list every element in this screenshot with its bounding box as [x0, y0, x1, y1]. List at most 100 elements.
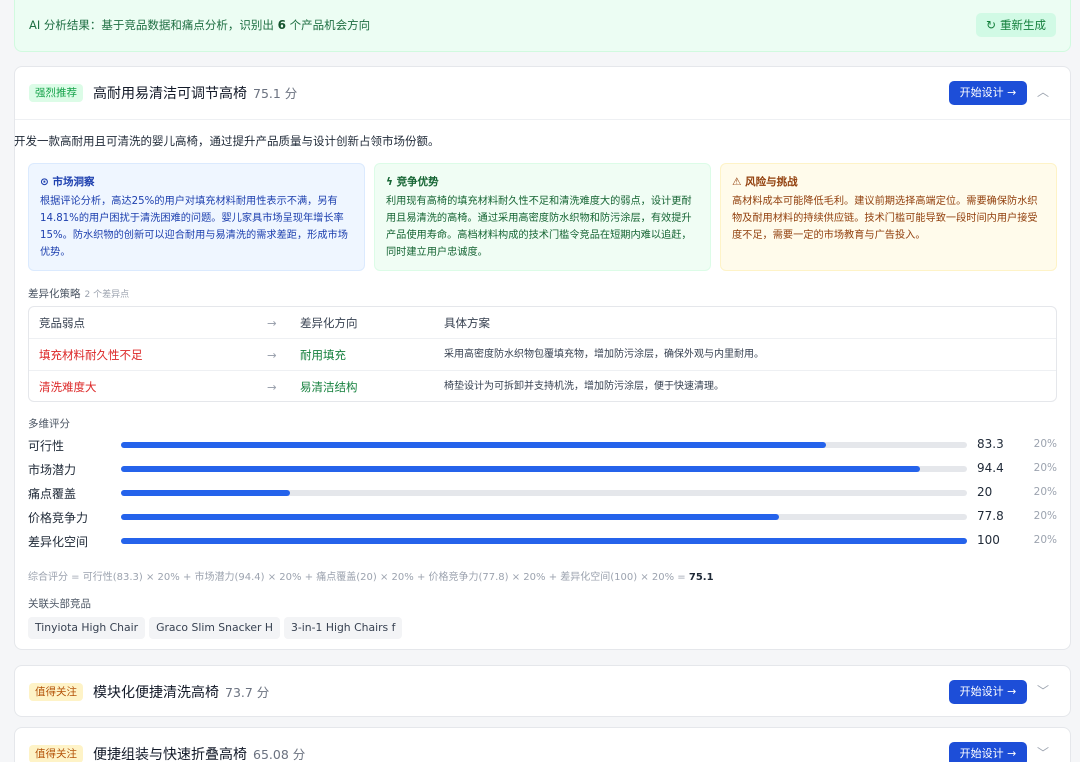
- header-weakness: 竞品弱点: [39, 316, 85, 330]
- competitive-advantage-title: ϟ 竞争优势: [386, 176, 439, 188]
- score-row: 差异化空间 100 20%: [28, 531, 1057, 551]
- banner-text-suffix: 个产品机会方向: [285, 18, 371, 32]
- plan-cell: 椅垫设计为可拆卸并支持机洗，增加防污涂层，便于快速清理。: [444, 381, 724, 392]
- score-row: 价格竞争力 77.8 20%: [28, 507, 1057, 527]
- start-design-button[interactable]: 开始设计 →: [949, 742, 1027, 762]
- score-track: [121, 466, 967, 472]
- competitor-chip[interactable]: 3-in-1 High Chairs f: [284, 617, 403, 639]
- score-name: 价格竞争力: [28, 511, 89, 525]
- opportunity-title-text: 便捷组装与快速折叠高椅: [93, 747, 247, 762]
- risk-title: ⚠ 风险与挑战: [732, 176, 798, 188]
- plan-cell: 采用高密度防水织物包覆填充物，增加防污涂层，确保外观与内里耐用。: [444, 349, 764, 360]
- market-insight-text: 根据评论分析，高达25%的用户对填充材料耐用性表示不满，另有14.81%的用户困…: [40, 196, 348, 258]
- chevron-down-icon[interactable]: ﹀: [1036, 746, 1050, 760]
- score-fill: [121, 514, 780, 520]
- start-design-button[interactable]: 开始设计 →: [949, 81, 1027, 105]
- opportunity-card-header[interactable]: 值得关注 便捷组装与快速折叠高椅 65.08 分 开始设计 → ﹀: [15, 728, 1070, 762]
- differentiation-table: 竞品弱点 → 差异化方向 具体方案 填充材料耐久性不足 → 耐用填充 采用高密度…: [28, 306, 1057, 402]
- table-row: 清洗难度大 → 易清洁结构 椅垫设计为可拆卸并支持机洗，增加防污涂层，便于快速清…: [29, 371, 1056, 401]
- direction-cell: 耐用填充: [300, 348, 346, 362]
- opportunity-title: 模块化便捷清洗高椅 73.7 分: [93, 682, 269, 702]
- opportunity-card-header[interactable]: 值得关注 模块化便捷清洗高椅 73.7 分 开始设计 → ﹀: [15, 666, 1070, 718]
- opportunity-title-text: 高耐用易清洁可调节高椅: [93, 86, 247, 102]
- refresh-icon: ↻: [985, 18, 996, 32]
- risk-panel: ⚠ 风险与挑战 高材料成本可能降低毛利。建议前期选择高端定位。需要确保防水织物及…: [720, 163, 1057, 271]
- strategy-label-text: 差异化策略: [28, 288, 81, 300]
- score-name: 可行性: [28, 439, 65, 453]
- arrow-cell: →: [267, 380, 277, 394]
- score-track: [121, 514, 967, 520]
- strategy-label: 差异化策略 2 个差异点: [28, 286, 129, 301]
- score-row: 市场潜力 94.4 20%: [28, 459, 1057, 479]
- competitors-label: 关联头部竞品: [28, 598, 91, 610]
- competitor-chip[interactable]: Graco Slim Snacker H: [149, 617, 281, 639]
- strategy-count: 2 个差异点: [84, 290, 130, 300]
- start-design-button[interactable]: 开始设计 →: [949, 680, 1027, 704]
- score-value: 100: [977, 533, 1000, 547]
- score-fill: [121, 442, 826, 448]
- scores-label: 多维评分: [28, 418, 70, 430]
- table-header-row: 竞品弱点 → 差异化方向 具体方案: [29, 307, 1056, 339]
- header-direction: 差异化方向: [300, 316, 358, 330]
- opportunity-card-2: 值得关注 模块化便捷清洗高椅 73.7 分 开始设计 → ﹀: [14, 665, 1071, 717]
- opportunity-title: 便捷组装与快速折叠高椅 65.08 分: [93, 744, 305, 762]
- score-fill: [121, 490, 291, 496]
- score-value: 20: [977, 485, 993, 499]
- score-weight: 20%: [1033, 438, 1057, 450]
- opportunity-title-text: 模块化便捷清洗高椅: [93, 685, 219, 701]
- watch-tag: 值得关注: [29, 683, 83, 701]
- market-insight-panel: ⊙ 市场洞察 根据评论分析，高达25%的用户对填充材料耐用性表示不满，另有14.…: [28, 163, 365, 271]
- opportunity-card-3: 值得关注 便捷组装与快速折叠高椅 65.08 分 开始设计 → ﹀: [14, 727, 1071, 762]
- competitor-chips: Tinyiota High Chair Graco Slim Snacker H3…: [28, 617, 406, 639]
- opportunity-score: 65.08 分: [253, 747, 306, 762]
- risk-text: 高材料成本可能降低毛利。建议前期选择高端定位。需要确保防水织物及耐用材料的持续供…: [732, 196, 1038, 241]
- score-fill: [121, 466, 920, 472]
- chevron-up-icon[interactable]: ︿: [1036, 85, 1050, 99]
- score-fill: [121, 538, 967, 544]
- competitive-advantage-panel: ϟ 竞争优势 利用现有高椅的填充材料耐久性不足和清洗难度大的弱点，设计更耐用且易…: [374, 163, 711, 271]
- competitive-advantage-text: 利用现有高椅的填充材料耐久性不足和清洗难度大的弱点，设计更耐用且易清洗的高椅。通…: [386, 196, 692, 258]
- recommend-tag: 强烈推荐: [29, 84, 83, 102]
- banner-text-prefix: AI 分析结果：基于竞品数据和痛点分析，识别出: [29, 18, 278, 32]
- score-weight: 20%: [1033, 486, 1057, 498]
- opportunity-title: 高耐用易清洁可调节高椅 75.1 分: [93, 83, 297, 103]
- opportunity-count: 6: [277, 18, 286, 32]
- arrow-cell: →: [267, 348, 277, 362]
- opportunity-score: 73.7 分: [225, 685, 270, 700]
- score-row: 可行性 83.3 20%: [28, 435, 1057, 455]
- opportunity-card-header[interactable]: 强烈推荐 高耐用易清洁可调节高椅 75.1 分 开始设计 → ︿: [15, 67, 1070, 119]
- opportunity-description: 开发一款高耐用且可清洗的婴儿高椅，通过提升产品质量与设计创新占领市场份额。: [14, 134, 440, 148]
- chevron-down-icon[interactable]: ﹀: [1036, 684, 1050, 698]
- weakness-cell: 填充材料耐久性不足: [39, 348, 143, 362]
- score-name: 痛点覆盖: [28, 487, 77, 501]
- formula-text: 综合评分 = 可行性(83.3) × 20% + 市场潜力(94.4) × 20…: [28, 572, 689, 583]
- opportunity-score: 75.1 分: [253, 86, 298, 101]
- header-divider: [15, 119, 1070, 120]
- score-weight: 20%: [1033, 510, 1057, 522]
- ai-result-text: AI 分析结果：基于竞品数据和痛点分析，识别出 6 个产品机会方向: [29, 17, 370, 33]
- score-weight: 20%: [1033, 534, 1057, 546]
- score-weight: 20%: [1033, 462, 1057, 474]
- score-row: 痛点覆盖 20 20%: [28, 483, 1057, 503]
- market-insight-title: ⊙ 市场洞察: [40, 176, 95, 188]
- header-arrow: →: [267, 316, 277, 330]
- score-value: 77.8: [977, 509, 1004, 523]
- competitor-chip[interactable]: Tinyiota High Chair: [28, 617, 146, 639]
- score-value: 83.3: [977, 437, 1004, 451]
- table-row: 填充材料耐久性不足 → 耐用填充 采用高密度防水织物包覆填充物，增加防污涂层，确…: [29, 339, 1056, 371]
- score-track: [121, 490, 967, 496]
- header-plan: 具体方案: [444, 316, 490, 330]
- score-value: 94.4: [977, 461, 1004, 475]
- watch-tag: 值得关注: [29, 745, 83, 762]
- weakness-cell: 清洗难度大: [39, 380, 97, 394]
- formula-result: 75.1: [688, 572, 714, 583]
- regenerate-button[interactable]: ↻ 重新生成: [975, 13, 1056, 37]
- ai-result-banner: AI 分析结果：基于竞品数据和痛点分析，识别出 6 个产品机会方向 ↻ 重新生成: [14, 0, 1071, 52]
- score-name: 差异化空间: [28, 535, 89, 549]
- regenerate-label: 重新生成: [1000, 18, 1046, 32]
- score-track: [121, 538, 967, 544]
- score-formula: 综合评分 = 可行性(83.3) × 20% + 市场潜力(94.4) × 20…: [28, 568, 714, 583]
- score-name: 市场潜力: [28, 463, 77, 477]
- score-track: [121, 442, 967, 448]
- direction-cell: 易清洁结构: [300, 380, 358, 394]
